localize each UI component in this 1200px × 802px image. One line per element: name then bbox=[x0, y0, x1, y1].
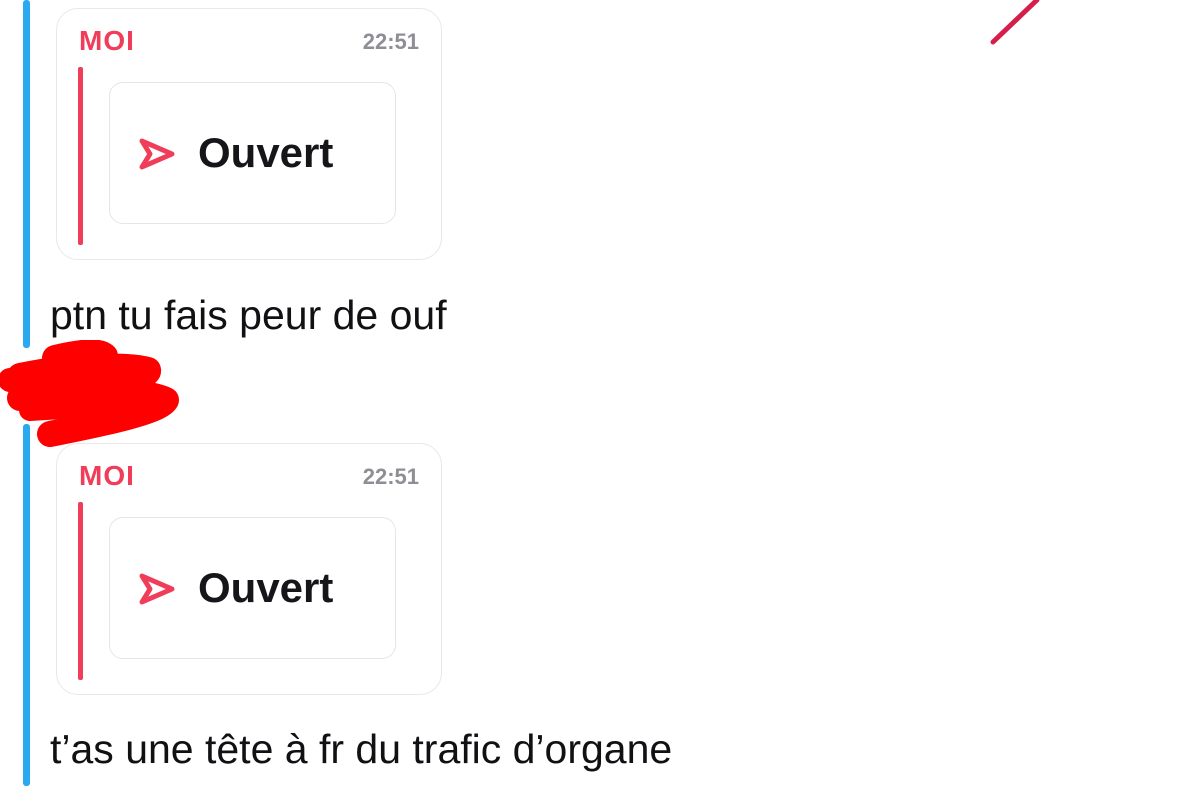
message-text: t’as une tête à fr du trafic d’organe bbox=[50, 726, 673, 772]
message-text: ptn tu fais peur de ouf bbox=[50, 292, 447, 338]
status-label: Ouvert bbox=[198, 564, 334, 611]
sent-arrow-icon bbox=[139, 138, 175, 170]
thread-bar-2 bbox=[23, 424, 30, 786]
quoted-message-card[interactable]: MOI 22:51 Ouvert bbox=[56, 443, 442, 695]
quote-time: 22:51 bbox=[362, 29, 419, 54]
redaction-scribble bbox=[0, 340, 179, 447]
annotation-stroke bbox=[990, 0, 1040, 45]
quote-time: 22:51 bbox=[362, 464, 419, 489]
thread-bar-1 bbox=[23, 0, 30, 348]
quote-sender: MOI bbox=[79, 25, 135, 56]
quoted-message-card[interactable]: MOI 22:51 Ouvert bbox=[56, 8, 442, 260]
chat-screen: MOI 22:51 Ouvert ptn tu fais peur de ouf… bbox=[0, 0, 1200, 802]
sent-arrow-icon bbox=[139, 573, 175, 605]
quote-accent-line bbox=[78, 67, 83, 245]
quote-sender: MOI bbox=[79, 460, 135, 491]
status-box: Ouvert bbox=[109, 517, 396, 659]
quote-accent-line bbox=[78, 502, 83, 680]
status-box: Ouvert bbox=[109, 82, 396, 224]
status-label: Ouvert bbox=[198, 129, 334, 176]
